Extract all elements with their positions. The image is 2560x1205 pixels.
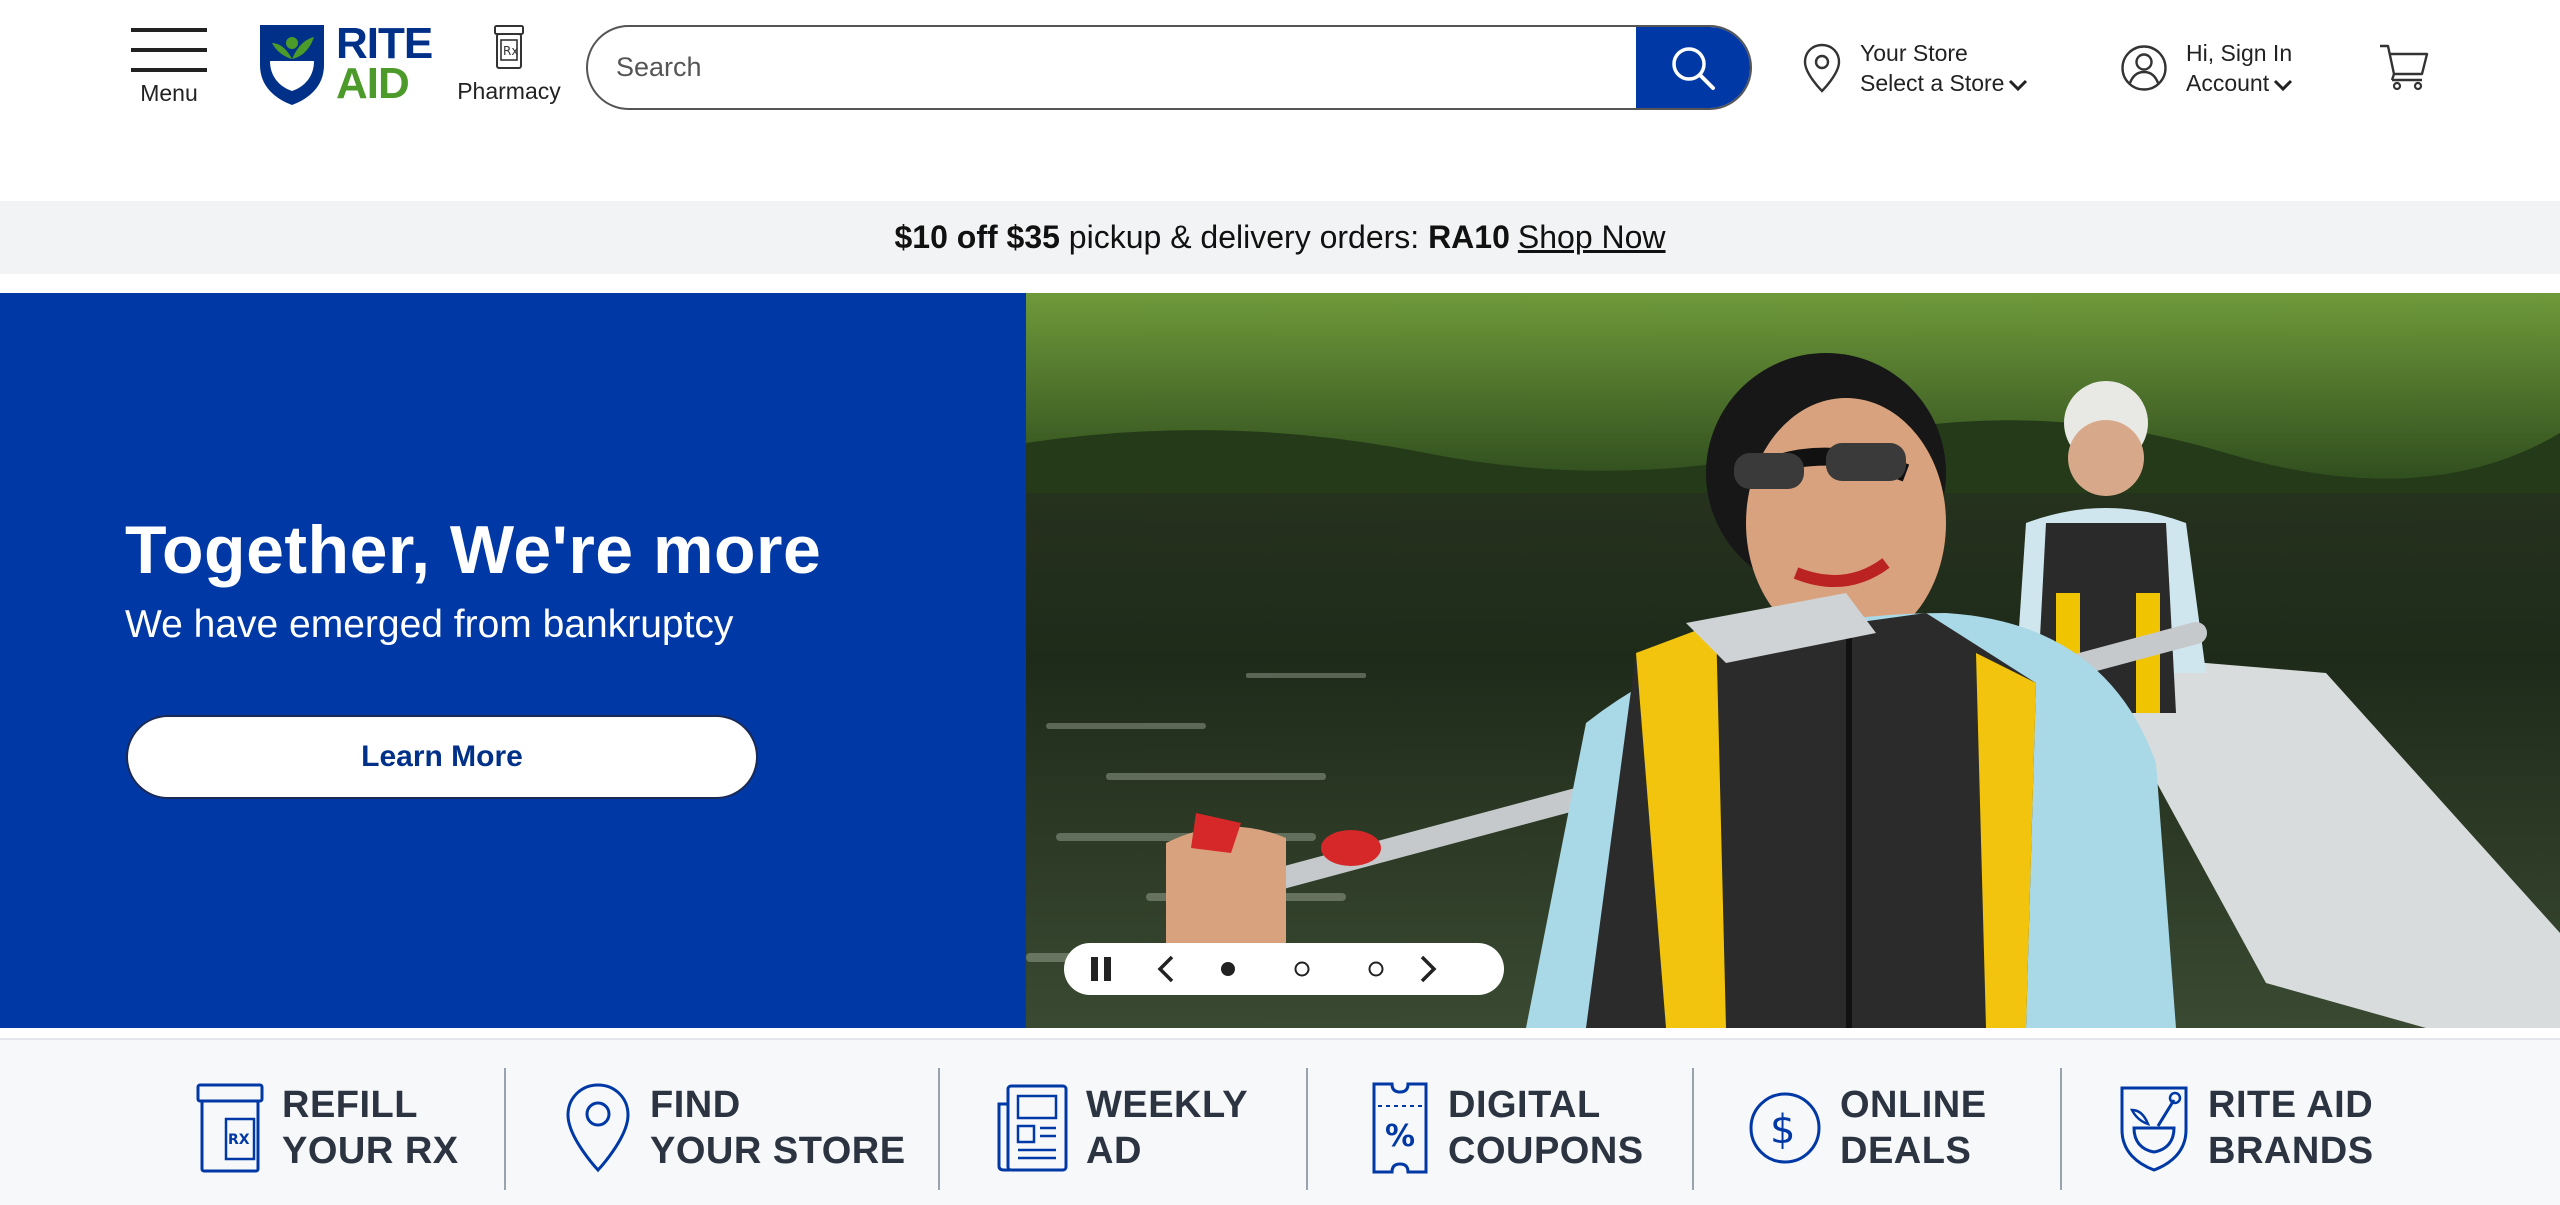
rite-aid-logo[interactable]: RITE AID (256, 18, 446, 110)
menu-label: Menu (140, 80, 198, 106)
quick-link-line2: BRANDS (2208, 1130, 2374, 1172)
site-header: Menu RITE AID Rx Pharmacy Search Your St… (0, 0, 2560, 200)
quick-link-line2: DEALS (1840, 1130, 1972, 1172)
chevron-left-icon (1157, 955, 1174, 983)
search-button[interactable] (1636, 27, 1750, 108)
menu-button[interactable]: Menu (130, 26, 208, 112)
hero-text-panel: Together, We're more We have emerged fro… (0, 293, 1026, 1028)
store-selector[interactable]: Your Store Select a Store (1802, 36, 2028, 100)
rx-bottle-icon: RX (196, 1083, 264, 1173)
quick-link-line1: FIND (650, 1084, 741, 1126)
pause-button[interactable] (1076, 943, 1126, 995)
dot-filled-icon (1221, 962, 1235, 976)
promo-code: RA10 (1428, 219, 1510, 255)
divider (504, 1068, 506, 1190)
quick-link-weekly-ad[interactable]: WEEKLY AD (996, 1068, 1248, 1188)
quick-link-line1: REFILL (282, 1084, 418, 1126)
divider (1306, 1068, 1308, 1190)
quick-link-refill-rx[interactable]: RX REFILL YOUR RX (196, 1068, 459, 1188)
quick-link-rite-aid-brands[interactable]: RITE AID BRANDS (2118, 1068, 2374, 1188)
search-icon (1672, 46, 1715, 90)
hero-carousel: Together, We're more We have emerged fro… (0, 293, 2560, 1028)
cart-button[interactable] (2378, 40, 2430, 92)
slide-indicator-1[interactable] (1208, 943, 1248, 995)
quick-link-line1: ONLINE (1840, 1084, 1987, 1126)
divider (1692, 1068, 1694, 1190)
quick-link-digital-coupons[interactable]: % DIGITAL COUPONS (1370, 1068, 1644, 1188)
shop-now-link[interactable]: Shop Now (1518, 219, 1666, 256)
svg-text:RX: RX (228, 1132, 250, 1148)
dollar-circle-icon: $ (1749, 1092, 1821, 1164)
next-slide-button[interactable] (1408, 943, 1448, 995)
hero-subtitle: We have emerged from bankruptcy (125, 603, 734, 646)
logo-text-rite: RITE (336, 19, 433, 68)
pharmacy-label: Pharmacy (457, 78, 561, 104)
quick-links-bar: RX REFILL YOUR RX FIND YOUR STORE WEEKLY… (0, 1038, 2560, 1205)
account-menu[interactable]: Hi, Sign In Account (2120, 36, 2293, 100)
quick-link-line2: COUPONS (1448, 1130, 1644, 1172)
previous-slide-button[interactable] (1146, 943, 1186, 995)
divider (938, 1068, 940, 1190)
quick-link-line1: RITE AID (2208, 1084, 2374, 1126)
quick-link-line1: DIGITAL (1448, 1084, 1601, 1126)
location-pin-icon (566, 1083, 630, 1173)
promo-banner: $10 off $35 pickup & delivery orders: RA… (0, 201, 2560, 274)
chevron-right-icon (1420, 955, 1437, 983)
user-avatar-icon (2121, 45, 2167, 91)
quick-link-line1: WEEKLY (1086, 1084, 1249, 1126)
logo-shield-icon (260, 25, 324, 105)
shopping-cart-icon (2380, 44, 2429, 91)
rx-bottle-icon: Rx (494, 25, 524, 69)
store-label: Your Store (1860, 40, 1968, 66)
hero-image (1026, 293, 2560, 1028)
location-pin-icon (1803, 43, 1841, 93)
dot-empty-icon (1294, 961, 1310, 977)
learn-more-button[interactable]: Learn More (126, 715, 758, 799)
promo-text: pickup & delivery orders: (1068, 219, 1420, 255)
logo-text-aid: AID (336, 59, 410, 108)
slide-indicator-2[interactable] (1282, 943, 1322, 995)
search-input[interactable] (588, 27, 1636, 108)
newspaper-icon (997, 1084, 1068, 1172)
svg-text:%: % (1385, 1119, 1415, 1154)
sign-in-label: Hi, Sign In (2186, 40, 2293, 66)
pharmacy-link[interactable]: Rx Pharmacy (446, 24, 572, 114)
dot-empty-icon (1368, 961, 1384, 977)
search-bar (586, 25, 1752, 110)
quick-link-find-store[interactable]: FIND YOUR STORE (564, 1068, 906, 1188)
chevron-down-icon (2274, 79, 2293, 92)
canoe-photo-illustration (1026, 293, 2560, 1028)
coupon-icon: % (1372, 1082, 1428, 1174)
quick-link-line2: YOUR STORE (650, 1130, 906, 1172)
divider (2060, 1068, 2062, 1190)
quick-link-line2: AD (1086, 1130, 1142, 1172)
account-label: Account (2186, 70, 2270, 96)
chevron-down-icon (2009, 79, 2028, 92)
quick-link-line2: YOUR RX (282, 1130, 459, 1172)
slide-indicator-3[interactable] (1356, 943, 1396, 995)
svg-text:Rx: Rx (503, 44, 518, 58)
select-store-label: Select a Store (1860, 70, 2005, 96)
quick-link-online-deals[interactable]: $ ONLINE DEALS (1748, 1068, 1987, 1188)
carousel-controls (1064, 943, 1504, 995)
hamburger-icon (131, 28, 207, 72)
pause-icon (1091, 957, 1111, 981)
svg-text:$: $ (1770, 1107, 1795, 1153)
hero-title: Together, We're more (125, 512, 822, 588)
promo-offer: $10 off $35 (894, 219, 1060, 255)
mortar-pestle-icon (2120, 1086, 2188, 1172)
